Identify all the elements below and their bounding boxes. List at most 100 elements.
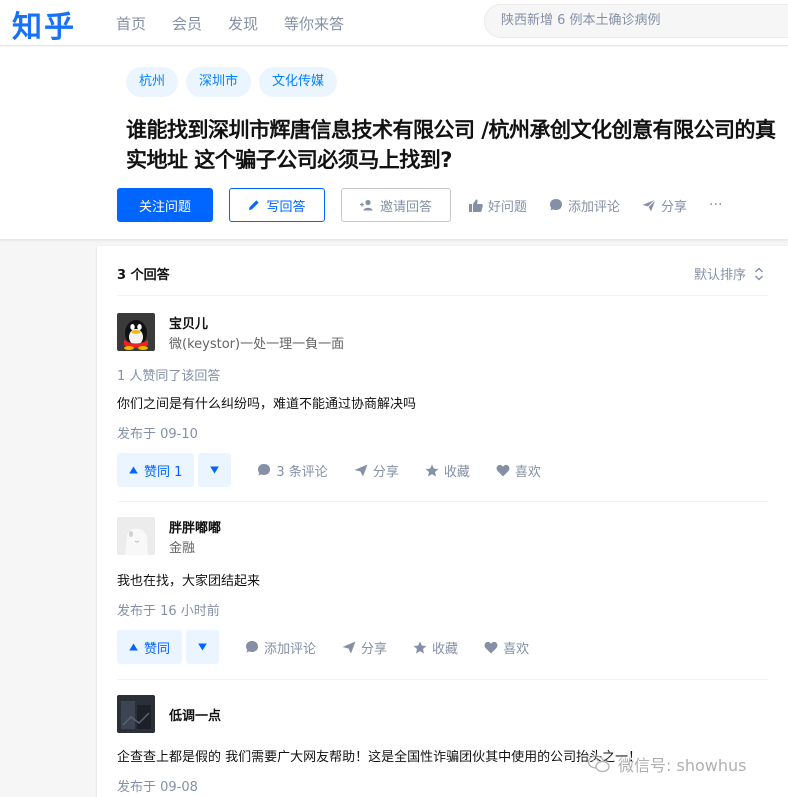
invite-label: 邀请回答 <box>379 199 432 215</box>
author-name[interactable]: 低调一点 <box>169 705 221 724</box>
nav-discover[interactable]: 发现 <box>228 13 258 34</box>
answer-author: 宝贝儿 微(keystor)一处一理一負一面 <box>117 313 768 353</box>
like-label: 喜欢 <box>503 641 530 657</box>
answer-item: 低调一点 企查查上都是假的 我们需要广大网友帮助！这是全国性诈骗团伙其中使用的公… <box>117 695 768 795</box>
good-question-button[interactable]: 好问题 <box>469 196 527 215</box>
answer-actions: 赞同 1 3 条评论 分享 收藏 喜欢 <box>117 453 768 487</box>
sort-selector[interactable]: 默认排序 <box>694 264 764 283</box>
share-icon <box>354 464 368 477</box>
heart-icon <box>496 464 510 477</box>
answer-count: 3 个回答 <box>117 268 170 283</box>
add-comment-label: 添加评论 <box>264 641 317 657</box>
upvote-button[interactable]: 赞同 1 <box>117 453 195 487</box>
share-icon <box>342 641 356 654</box>
star-icon <box>413 641 427 654</box>
answer-date[interactable]: 发布于 09-08 <box>117 776 768 795</box>
write-answer-button[interactable]: 写回答 <box>229 188 325 222</box>
downvote-button[interactable] <box>186 630 220 664</box>
comment-icon <box>245 640 259 654</box>
triangle-up-icon <box>129 643 138 651</box>
avatar[interactable] <box>117 695 155 733</box>
upvote-label: 赞同 1 <box>144 464 183 480</box>
like-button[interactable]: 喜欢 <box>496 461 541 480</box>
divider <box>117 501 768 502</box>
answer-date[interactable]: 发布于 16 小时前 <box>117 600 768 619</box>
add-comment-button[interactable]: 添加评论 <box>245 638 316 657</box>
add-user-icon <box>359 199 374 211</box>
downvote-button[interactable] <box>198 453 232 487</box>
comments-label: 3 条评论 <box>276 464 328 480</box>
tag-culture-media[interactable]: 文化传媒 <box>259 67 338 97</box>
more-label: ··· <box>709 197 723 213</box>
follow-question-button[interactable]: 关注问题 <box>117 188 213 222</box>
triangle-down-icon <box>198 643 207 651</box>
heart-icon <box>484 641 498 654</box>
watermark-text: 微信号: showhus <box>618 756 747 775</box>
author-name[interactable]: 胖胖嘟嘟 <box>169 517 221 536</box>
answer-actions: 赞同 添加评论 分享 收藏 喜欢 <box>117 630 768 664</box>
write-label: 写回答 <box>266 199 306 215</box>
share-button[interactable]: 分享 <box>342 638 387 657</box>
wechat-icon <box>588 755 610 773</box>
question-actions: 关注问题 写回答 邀请回答 好问题 添加评论 分享 ··· <box>117 188 722 222</box>
collect-label: 收藏 <box>443 464 470 480</box>
comment-icon <box>549 198 563 212</box>
good-question-label: 好问题 <box>488 199 528 215</box>
updown-chevron-icon <box>754 267 764 281</box>
pen-icon <box>248 199 260 211</box>
share-button[interactable]: 分享 <box>354 461 399 480</box>
nav-home[interactable]: 首页 <box>116 13 146 34</box>
author-bio: 金融 <box>169 541 196 556</box>
topic-tags: 杭州 深圳市 文化传媒 <box>126 67 338 97</box>
avatar[interactable] <box>117 517 155 555</box>
comments-button[interactable]: 3 条评论 <box>257 461 328 480</box>
star-icon <box>425 464 439 477</box>
add-comment-button[interactable]: 添加评论 <box>549 196 620 215</box>
top-bar: 知乎 首页 会员 发现 等你来答 陕西新增 6 例本土确诊病例 <box>0 0 788 46</box>
answer-author: 低调一点 <box>117 695 768 735</box>
tag-hangzhou[interactable]: 杭州 <box>126 67 179 97</box>
avatar[interactable] <box>117 313 155 351</box>
thumbs-up-icon <box>469 199 483 212</box>
like-button[interactable]: 喜欢 <box>484 638 529 657</box>
collect-button[interactable]: 收藏 <box>413 638 458 657</box>
follow-label: 关注问题 <box>138 199 191 215</box>
comment-icon <box>257 463 271 477</box>
triangle-down-icon <box>210 466 220 474</box>
share-icon <box>642 198 656 212</box>
share-button[interactable]: 分享 <box>642 196 687 215</box>
answer-item: 胖胖嘟嘟 金融 我也在找，大家团结起来 发布于 16 小时前 赞同 添加评论 分… <box>117 517 768 664</box>
author-name[interactable]: 宝贝儿 <box>169 313 208 332</box>
answers-header: 3 个回答 默认排序 <box>117 246 768 296</box>
upvote-button[interactable]: 赞同 <box>117 630 183 664</box>
vote-info: 1 人赞同了该回答 <box>117 369 221 384</box>
share-label: 分享 <box>372 464 399 480</box>
invite-answer-button[interactable]: 邀请回答 <box>341 188 451 222</box>
nav-waiting[interactable]: 等你来答 <box>284 13 344 34</box>
tag-shenzhen[interactable]: 深圳市 <box>186 67 252 97</box>
watermark: 微信号: showhus <box>588 752 746 776</box>
main-nav: 首页 会员 发现 等你来答 <box>116 0 344 46</box>
answer-item: 宝贝儿 微(keystor)一处一理一負一面 1 人赞同了该回答 你们之间是有什… <box>117 313 768 487</box>
question-card: 杭州 深圳市 文化传媒 谁能找到深圳市辉唐信息技术有限公司 /杭州承创文化创意有… <box>0 47 788 239</box>
upvote-label: 赞同 <box>144 641 171 657</box>
zhihu-logo[interactable]: 知乎 <box>12 2 76 46</box>
nav-vip[interactable]: 会员 <box>172 13 202 34</box>
collect-label: 收藏 <box>432 641 459 657</box>
add-comment-label: 添加评论 <box>568 199 621 215</box>
triangle-up-icon <box>129 466 138 474</box>
search-input[interactable]: 陕西新增 6 例本土确诊病例 <box>484 4 788 38</box>
divider <box>117 679 768 680</box>
answer-content: 你们之间是有什么纠纷吗，难道不能通过协商解决吗 <box>117 397 417 412</box>
answer-content: 我也在找，大家团结起来 <box>117 574 261 589</box>
share-label: 分享 <box>661 199 688 215</box>
sort-label: 默认排序 <box>693 268 746 283</box>
answers-list: 3 个回答 默认排序 宝贝儿 微(keystor)一处一理一負一面 1 人赞同了… <box>97 246 788 797</box>
answer-date[interactable]: 发布于 09-10 <box>117 423 768 442</box>
collect-button[interactable]: 收藏 <box>425 461 470 480</box>
answer-author: 胖胖嘟嘟 金融 <box>117 517 768 557</box>
like-label: 喜欢 <box>514 464 541 480</box>
more-options-button[interactable]: ··· <box>709 197 722 213</box>
author-bio: 微(keystor)一处一理一負一面 <box>169 337 345 352</box>
share-label: 分享 <box>361 641 388 657</box>
